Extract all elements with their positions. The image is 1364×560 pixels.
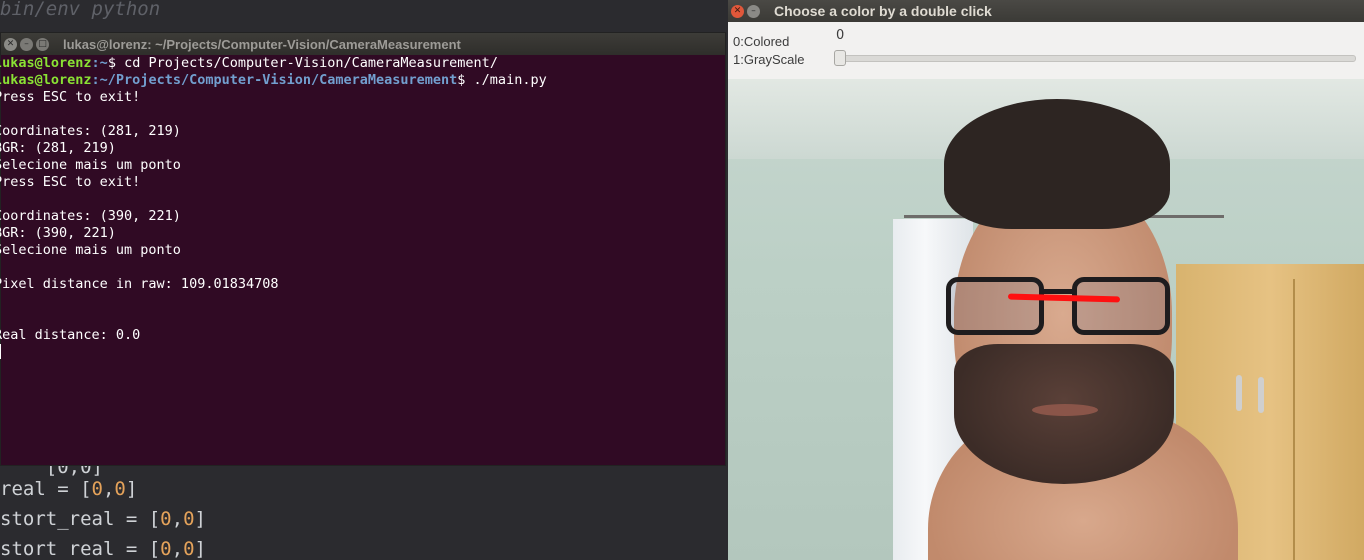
editor-line: real = [0,0] bbox=[0, 478, 138, 500]
trackbar-track[interactable] bbox=[836, 55, 1356, 62]
trackbar-label-colored: 0:Colored bbox=[733, 34, 790, 49]
close-icon[interactable]: ✕ bbox=[4, 37, 17, 51]
wardrobe-door-gap bbox=[1293, 279, 1295, 560]
terminal-line: Coordinates: (281, 219) bbox=[0, 123, 181, 139]
trackbar-label-grayscale: 1:GrayScale bbox=[733, 52, 805, 67]
terminal-line: Press ESC to exit! bbox=[0, 89, 141, 105]
trackbar-value: 0 bbox=[836, 28, 845, 43]
terminal-line: Selecione mais um ponto bbox=[0, 242, 181, 258]
terminal-line: BGR: (390, 221) bbox=[0, 225, 116, 241]
minimize-icon[interactable]: – bbox=[747, 4, 760, 18]
minimize-icon[interactable]: – bbox=[20, 37, 33, 51]
glasses-bridge bbox=[1042, 289, 1074, 294]
opencv-window[interactable]: ✕ – Choose a color by a double click 0:C… bbox=[728, 0, 1364, 560]
terminal-line: Selecione mais um ponto bbox=[0, 157, 181, 173]
terminal-prompt-line: lukas@lorenz:~/Projects/Computer-Vision/… bbox=[0, 72, 547, 88]
terminal-window[interactable]: ✕ – □ lukas@lorenz: ~/Projects/Computer-… bbox=[0, 32, 726, 466]
glasses bbox=[946, 277, 1170, 339]
terminal-output[interactable]: lukas@lorenz:~$ cd Projects/Computer-Vis… bbox=[0, 55, 725, 361]
terminal-prompt-line: lukas@lorenz:~$ cd Projects/Computer-Vis… bbox=[0, 55, 498, 71]
wardrobe-handle bbox=[1258, 377, 1264, 413]
glasses-lens-right bbox=[1072, 277, 1170, 335]
terminal-titlebar[interactable]: ✕ – □ lukas@lorenz: ~/Projects/Computer-… bbox=[1, 33, 725, 55]
editor-line: stort_real = [0,0] bbox=[0, 508, 206, 530]
terminal-line: BGR: (281, 219) bbox=[0, 140, 116, 156]
wardrobe-handle bbox=[1236, 375, 1242, 411]
terminal-line: Real distance: 0.0 bbox=[0, 327, 141, 343]
editor-shebang-line: bin/env python bbox=[0, 0, 161, 20]
editor-line: stort real = [0,0] bbox=[0, 538, 206, 560]
terminal-line bbox=[0, 344, 725, 361]
hair bbox=[944, 99, 1170, 229]
camera-frame[interactable] bbox=[728, 79, 1364, 560]
close-icon[interactable]: ✕ bbox=[731, 4, 744, 18]
mouth bbox=[1032, 404, 1098, 416]
terminal-line: Pixel distance in raw: 109.01834708 bbox=[0, 276, 279, 292]
maximize-icon[interactable]: □ bbox=[36, 37, 49, 51]
trackbar-handle[interactable] bbox=[834, 50, 846, 66]
glasses-lens-left bbox=[946, 277, 1044, 335]
opencv-window-title: Choose a color by a double click bbox=[774, 3, 992, 19]
grayscale-trackbar[interactable]: 0:Colored 1:GrayScale 0 bbox=[728, 22, 1364, 79]
terminal-title: lukas@lorenz: ~/Projects/Computer-Vision… bbox=[63, 36, 461, 52]
terminal-line: Press ESC to exit! bbox=[0, 174, 141, 190]
terminal-line: Coordinates: (390, 221) bbox=[0, 208, 181, 224]
opencv-titlebar[interactable]: ✕ – Choose a color by a double click bbox=[728, 0, 1364, 22]
terminal-cursor bbox=[0, 344, 1, 359]
